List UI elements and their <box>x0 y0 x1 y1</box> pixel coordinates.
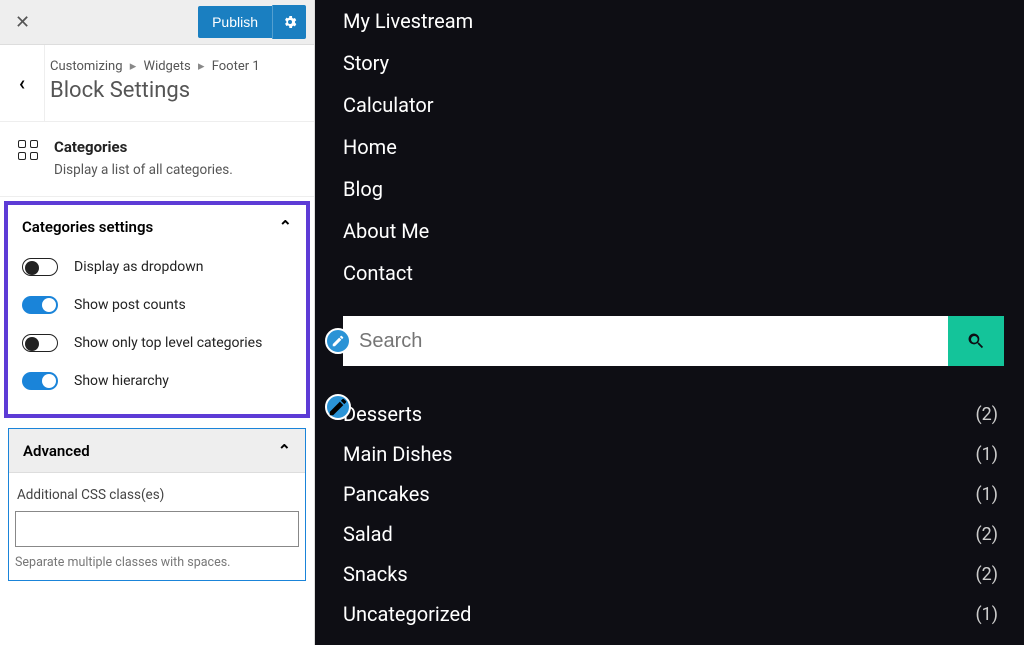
nav-item[interactable]: Calculator <box>343 84 1004 126</box>
search-icon <box>966 331 986 351</box>
pencil-icon <box>331 334 345 348</box>
edit-widget-button[interactable] <box>325 394 351 420</box>
category-name: Desserts <box>343 402 422 426</box>
search-widget <box>343 316 1004 366</box>
publish-button[interactable]: Publish <box>198 6 272 38</box>
advanced-title: Advanced <box>23 442 90 460</box>
nav-list: My LivestreamStoryCalculatorHomeBlogAbou… <box>343 0 1004 294</box>
category-count: (1) <box>975 604 998 625</box>
block-summary: Categories Display a list of all categor… <box>0 122 314 197</box>
breadcrumb: Customizing ▸ Widgets ▸ Footer 1 <box>50 59 298 74</box>
toggle-label: Show only top level categories <box>74 335 262 351</box>
category-name: Main Dishes <box>343 442 452 466</box>
category-count: (1) <box>975 484 998 505</box>
categories-widget: Desserts (2) Main Dishes (1) Pancakes (1) Sala… <box>343 394 1004 634</box>
publish-settings-button[interactable] <box>272 5 306 39</box>
category-name: Uncategorized <box>343 602 471 626</box>
site-preview: My LivestreamStoryCalculatorHomeBlogAbou… <box>315 0 1024 645</box>
toggle-row: Show post counts <box>22 286 292 324</box>
nav-item[interactable]: Blog <box>343 168 1004 210</box>
nav-item[interactable]: My Livestream <box>343 0 1004 42</box>
chevron-up-icon: ⌃ <box>279 217 292 236</box>
category-link[interactable]: Desserts (2) <box>343 394 1004 434</box>
panel-title: Categories settings <box>22 218 153 236</box>
toggle-switch[interactable] <box>22 296 58 314</box>
category-link[interactable]: Pancakes (1) <box>343 474 1004 514</box>
nav-item[interactable]: Contact <box>343 252 1004 294</box>
categories-settings-toggle[interactable]: Categories settings ⌃ <box>22 217 292 236</box>
toggle-row: Show only top level categories <box>22 324 292 362</box>
block-description: Display a list of all categories. <box>54 162 294 178</box>
gear-icon <box>282 14 298 30</box>
toggle-switch[interactable] <box>22 372 58 390</box>
css-classes-label: Additional CSS class(es) <box>17 487 297 503</box>
back-button[interactable]: ‹ <box>0 45 45 121</box>
crumb-sep: ▸ <box>194 59 209 74</box>
toggle-row: Display as dropdown <box>22 248 292 286</box>
nav-item[interactable]: Story <box>343 42 1004 84</box>
page-title: Block Settings <box>50 78 298 103</box>
category-name: Salad <box>343 522 393 546</box>
toggle-label: Show post counts <box>74 297 186 313</box>
css-classes-help: Separate multiple classes with spaces. <box>15 555 299 570</box>
toggle-switch[interactable] <box>22 334 58 352</box>
toggle-row: Show hierarchy <box>22 362 292 400</box>
search-button[interactable] <box>948 316 1004 366</box>
customizer-topbar: ✕ Publish <box>0 0 314 45</box>
search-input[interactable] <box>343 316 948 366</box>
advanced-body: Additional CSS class(es) Separate multip… <box>9 473 305 580</box>
breadcrumb-block: ‹ Customizing ▸ Widgets ▸ Footer 1 Block… <box>0 45 314 122</box>
toggle-label: Show hierarchy <box>74 373 169 389</box>
toggle-label: Display as dropdown <box>74 259 204 275</box>
css-classes-input[interactable] <box>15 511 299 547</box>
category-link[interactable]: Uncategorized (1) <box>343 594 1004 634</box>
categories-settings-panel: Categories settings ⌃ Display as dropdow… <box>4 201 310 418</box>
pencil-icon <box>327 396 349 418</box>
category-name: Pancakes <box>343 482 430 506</box>
close-button[interactable]: ✕ <box>0 0 45 45</box>
category-count: (2) <box>975 524 998 545</box>
edit-widget-button[interactable] <box>325 328 351 354</box>
advanced-panel-toggle[interactable]: Advanced ⌃ <box>9 429 305 473</box>
categories-block-icon <box>18 140 38 160</box>
crumb-root[interactable]: Customizing <box>50 59 123 74</box>
nav-item[interactable]: About Me <box>343 210 1004 252</box>
crumb-footer1[interactable]: Footer 1 <box>212 59 260 74</box>
nav-item[interactable]: Home <box>343 126 1004 168</box>
category-name: Snacks <box>343 562 408 586</box>
category-count: (2) <box>975 404 998 425</box>
category-link[interactable]: Snacks (2) <box>343 554 1004 594</box>
category-count: (2) <box>975 564 998 585</box>
toggle-switch[interactable] <box>22 258 58 276</box>
category-count: (1) <box>975 444 998 465</box>
publish-group: Publish <box>198 5 306 39</box>
category-link[interactable]: Salad (2) <box>343 514 1004 554</box>
crumb-widgets[interactable]: Widgets <box>144 59 191 74</box>
advanced-panel: Advanced ⌃ Additional CSS class(es) Sepa… <box>8 428 306 581</box>
block-title: Categories <box>54 138 294 156</box>
category-link[interactable]: Main Dishes (1) <box>343 434 1004 474</box>
customizer-sidebar: ✕ Publish ‹ Customizing ▸ Widgets ▸ Foot… <box>0 0 315 645</box>
chevron-up-icon: ⌃ <box>278 441 291 460</box>
toggle-list: Display as dropdown Show post counts Show … <box>22 248 292 400</box>
crumb-sep: ▸ <box>126 59 141 74</box>
